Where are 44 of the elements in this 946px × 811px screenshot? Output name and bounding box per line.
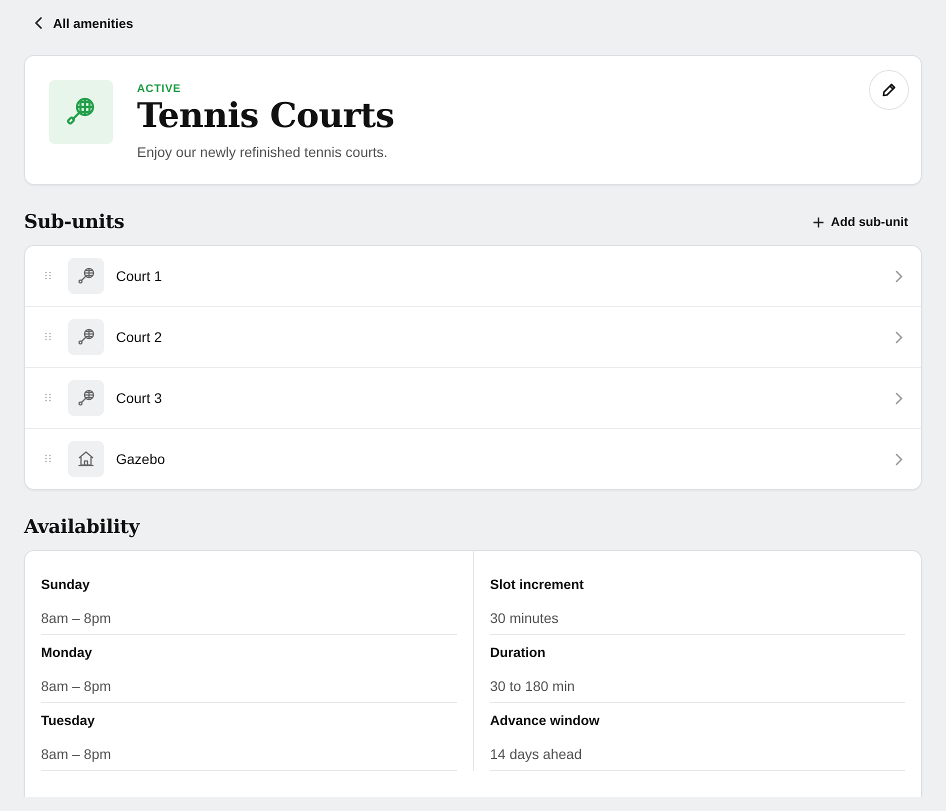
sub-unit-row[interactable]: Court 1 [25, 246, 921, 306]
sub-unit-name: Court 3 [116, 390, 163, 406]
day-label: Monday [41, 645, 92, 660]
sub-unit-name: Court 1 [116, 268, 163, 284]
chevron-right-icon [895, 330, 903, 344]
setting-value: 30 to 180 min [490, 678, 575, 694]
chevron-right-icon [895, 270, 903, 283]
hours-value: 8am – 8pm [41, 610, 112, 626]
drag-handle-icon[interactable] [45, 271, 51, 282]
drag-handle-icon[interactable] [45, 393, 51, 404]
setting-label: Advance window [490, 713, 600, 728]
house-icon [68, 441, 104, 478]
sub-unit-row[interactable]: Court 2 [25, 306, 921, 368]
sub-unit-name: Court 2 [116, 329, 163, 346]
chevron-right-icon [895, 452, 903, 466]
add-sub-unit-button[interactable]: Add sub-unit [808, 211, 922, 234]
tennis-racket-icon [68, 319, 104, 356]
edit-button[interactable] [869, 70, 909, 110]
tennis-racket-icon [49, 80, 113, 144]
pencil-icon [881, 82, 897, 98]
drag-handle-icon[interactable] [45, 454, 51, 464]
tennis-racket-icon [68, 380, 104, 416]
setting-label: Duration [490, 645, 546, 660]
setting-value: 30 minutes [490, 610, 558, 626]
plus-icon [812, 216, 824, 228]
tennis-racket-icon [68, 258, 104, 294]
sub-unit-name: Gazebo [116, 451, 166, 468]
sub-unit-row[interactable]: Gazebo [25, 428, 921, 490]
drag-handle-icon[interactable] [45, 332, 51, 342]
hours-value: 8am – 8pm [41, 678, 112, 694]
sub-unit-row[interactable]: Court 3 [25, 367, 921, 428]
section-heading: Availability [24, 516, 141, 538]
hours-value: 8am – 8pm [41, 746, 112, 762]
setting-value: 14 days ahead [490, 746, 582, 762]
amenity-description: Enjoy our newly refinished tennis courts. [137, 144, 388, 160]
section-heading: Sub-units [24, 211, 124, 234]
amenity-title: Tennis Courts [137, 97, 394, 136]
back-link[interactable]: All amenities [34, 14, 134, 32]
status-label: ACTIVE [137, 83, 181, 95]
day-label: Tuesday [41, 713, 95, 728]
setting-label: Slot increment [490, 577, 584, 592]
day-label: Sunday [41, 577, 90, 592]
chevron-left-icon [34, 17, 44, 29]
chevron-right-icon [895, 392, 903, 405]
